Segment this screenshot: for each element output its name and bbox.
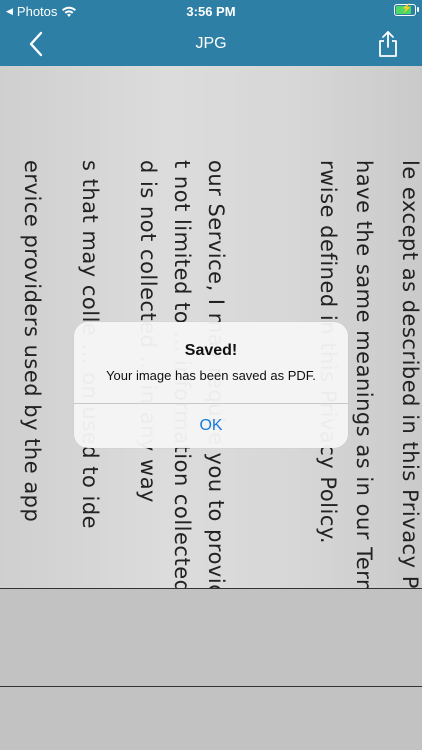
battery-icon: ⚡ (394, 3, 419, 16)
document-line: ervice providers used by the app (20, 160, 44, 523)
alert-message: Your image has been saved as PDF. (106, 368, 316, 383)
page-title: JPG (195, 35, 227, 52)
share-icon[interactable] (376, 30, 400, 58)
navigation-bar: JPG (0, 24, 422, 66)
status-bar: ◀ Photos 3:56 PM ⚡ (0, 0, 422, 24)
divider-line (0, 686, 422, 687)
lower-background (0, 588, 422, 750)
ok-button[interactable]: OK (74, 404, 348, 448)
saved-alert-dialog: Saved! Your image has been saved as PDF.… (74, 322, 348, 448)
document-line: have the same meanings as in our Terms (352, 160, 376, 588)
alert-title: Saved! (184, 342, 238, 359)
status-right: ⚡ (394, 3, 419, 16)
divider-line (0, 588, 422, 589)
status-time: 3:56 PM (186, 4, 236, 19)
document-line: le except as described in this Privacy P… (398, 160, 422, 588)
